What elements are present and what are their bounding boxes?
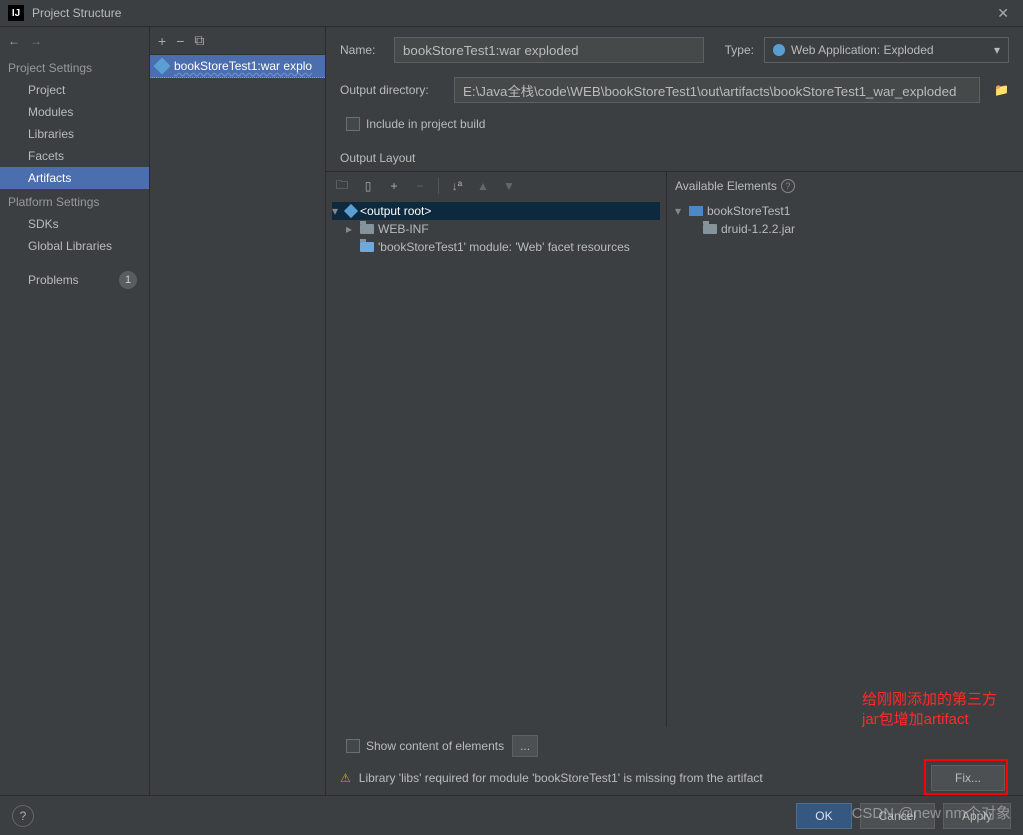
- nav-forward-icon: →: [30, 34, 42, 48]
- tree-webinf[interactable]: ▸ WEB-INF: [332, 220, 660, 238]
- output-layout-tab[interactable]: Output Layout: [326, 145, 1023, 171]
- help-button[interactable]: ?: [12, 805, 34, 827]
- tree-root-label: <output root>: [360, 204, 431, 218]
- move-up-icon: ▲: [473, 176, 493, 196]
- artifact-details: Name: Type: Web Application: Exploded ▾ …: [326, 27, 1023, 795]
- titlebar: IJ Project Structure ✕: [0, 0, 1023, 27]
- nav-modules[interactable]: Modules: [0, 101, 149, 123]
- warning-icon: ⚠: [340, 771, 351, 785]
- left-nav: ← → Project Settings Project Modules Lib…: [0, 27, 150, 795]
- tree-webinf-label: WEB-INF: [378, 222, 429, 236]
- output-tree[interactable]: ▾ <output root> ▸ WEB-INF 'bookStoreTest…: [326, 200, 666, 727]
- output-dir-input[interactable]: [454, 77, 980, 103]
- facet-icon: [360, 242, 374, 252]
- window-title: Project Structure: [32, 6, 991, 20]
- available-project-label: bookStoreTest1: [707, 204, 790, 218]
- close-icon[interactable]: ✕: [991, 5, 1015, 22]
- name-input[interactable]: [394, 37, 704, 63]
- more-options-button[interactable]: ...: [512, 735, 538, 757]
- type-label: Type:: [725, 43, 754, 57]
- globe-icon: [773, 44, 785, 56]
- type-combo[interactable]: Web Application: Exploded ▾: [764, 37, 1009, 63]
- available-tree[interactable]: ▾ bookStoreTest1 druid-1.2.2.jar: [667, 200, 1023, 240]
- nav-problems-label: Problems: [28, 273, 79, 287]
- include-checkbox[interactable]: Include in project build: [346, 117, 485, 131]
- artifact-item[interactable]: bookStoreTest1:war explo: [150, 55, 325, 78]
- sort-icon[interactable]: ↓ª: [447, 176, 467, 196]
- problems-count-badge: 1: [119, 271, 137, 289]
- artifact-icon: [154, 58, 171, 75]
- move-down-icon: ▼: [499, 176, 519, 196]
- nav-facets[interactable]: Facets: [0, 145, 149, 167]
- expand-icon[interactable]: ▾: [675, 204, 685, 218]
- artifact-item-label: bookStoreTest1:war explo: [174, 59, 312, 73]
- available-jar[interactable]: druid-1.2.2.jar: [675, 220, 1015, 238]
- section-platform-settings: Platform Settings: [0, 189, 149, 213]
- collapse-icon[interactable]: ▸: [346, 222, 356, 236]
- chevron-down-icon: ▾: [994, 43, 1000, 57]
- nav-global-libraries[interactable]: Global Libraries: [0, 235, 149, 257]
- apply-button[interactable]: Apply: [943, 803, 1011, 829]
- module-icon: [689, 206, 703, 216]
- tree-facet[interactable]: 'bookStoreTest1' module: 'Web' facet res…: [332, 238, 660, 256]
- available-jar-label: druid-1.2.2.jar: [721, 222, 795, 236]
- remove-icon: −: [410, 176, 430, 196]
- add-artifact-icon[interactable]: +: [158, 33, 166, 49]
- available-project[interactable]: ▾ bookStoreTest1: [675, 202, 1015, 220]
- section-project-settings: Project Settings: [0, 55, 149, 79]
- artifact-list-panel: + − ⧉ bookStoreTest1:war explo: [150, 27, 326, 795]
- fix-button[interactable]: Fix...: [931, 765, 1005, 791]
- expand-icon[interactable]: ▾: [332, 204, 342, 218]
- ok-button[interactable]: OK: [796, 803, 851, 829]
- name-label: Name:: [340, 43, 384, 57]
- nav-artifacts[interactable]: Artifacts: [0, 167, 149, 189]
- app-icon: IJ: [8, 5, 24, 21]
- available-header: Available Elements: [675, 179, 777, 193]
- checkbox-box-icon: [346, 739, 360, 753]
- remove-artifact-icon[interactable]: −: [176, 33, 184, 49]
- checkbox-box-icon: [346, 117, 360, 131]
- tree-facet-label: 'bookStoreTest1' module: 'Web' facet res…: [378, 240, 630, 254]
- include-label: Include in project build: [366, 117, 485, 131]
- nav-libraries[interactable]: Libraries: [0, 123, 149, 145]
- new-archive-icon[interactable]: ▯: [358, 176, 378, 196]
- copy-artifact-icon[interactable]: ⧉: [194, 32, 204, 49]
- cancel-button[interactable]: Cancel: [860, 803, 935, 829]
- nav-sdks[interactable]: SDKs: [0, 213, 149, 235]
- add-copy-icon[interactable]: +: [384, 176, 404, 196]
- folder-icon: [360, 224, 374, 234]
- nav-problems[interactable]: Problems 1: [0, 267, 149, 293]
- output-root-icon: [344, 204, 358, 218]
- nav-back-icon[interactable]: ←: [8, 34, 20, 48]
- new-folder-icon[interactable]: 🗀: [332, 176, 352, 196]
- type-value: Web Application: Exploded: [791, 43, 934, 57]
- tree-root[interactable]: ▾ <output root>: [332, 202, 660, 220]
- dialog-footer: ? OK Cancel Apply: [0, 795, 1023, 835]
- help-icon[interactable]: ?: [781, 179, 795, 193]
- nav-project[interactable]: Project: [0, 79, 149, 101]
- show-content-checkbox[interactable]: Show content of elements: [346, 739, 504, 753]
- annotation-text: 给刚刚添加的第三方 jar包增加artifact: [862, 690, 997, 729]
- jar-icon: [703, 224, 717, 234]
- output-dir-label: Output directory:: [340, 83, 444, 97]
- warning-text: Library 'libs' required for module 'book…: [359, 771, 763, 785]
- show-content-label: Show content of elements: [366, 739, 504, 753]
- browse-folder-icon[interactable]: 📁: [994, 83, 1009, 97]
